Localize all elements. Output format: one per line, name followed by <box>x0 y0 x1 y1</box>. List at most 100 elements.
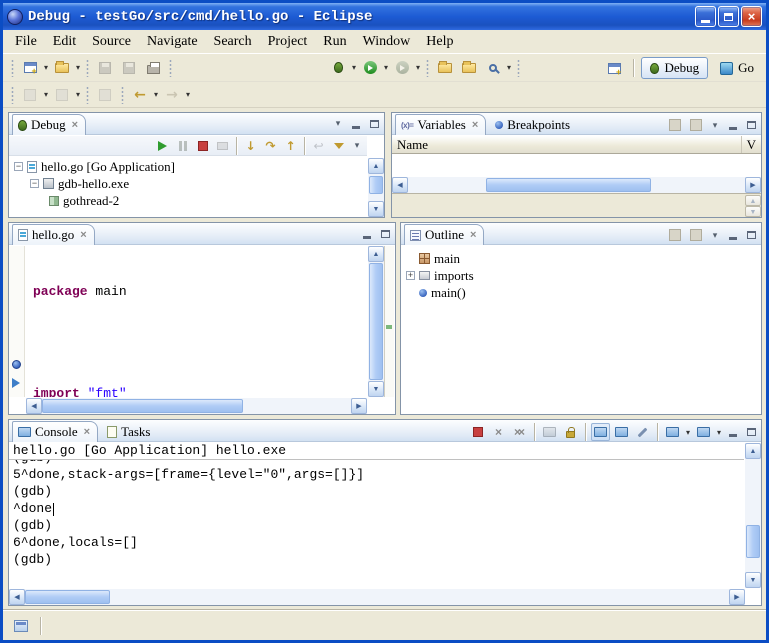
variables-detail-pane[interactable]: ▲ ▼ <box>392 193 761 217</box>
search-button[interactable] <box>481 56 505 80</box>
close-icon[interactable]: × <box>80 229 86 241</box>
scroll-down-button[interactable]: ▼ <box>368 381 384 397</box>
tab-variables[interactable]: (x)= Variables × <box>395 114 486 135</box>
minimize-button[interactable] <box>695 6 716 27</box>
show-stdout-button[interactable] <box>591 423 610 441</box>
fast-view-button[interactable] <box>9 614 33 638</box>
scroll-down-button[interactable]: ▼ <box>745 206 761 217</box>
scroll-down-button[interactable]: ▼ <box>368 201 384 217</box>
code-area[interactable]: package main import "fmt" func main() { … <box>26 246 367 397</box>
close-icon[interactable]: × <box>72 119 78 131</box>
editor-horizontal-scrollbar[interactable]: ◀ ▶ <box>26 398 367 414</box>
display-selected-console-button[interactable] <box>663 423 682 441</box>
maximize-button[interactable] <box>718 6 739 27</box>
scroll-up-button[interactable]: ▲ <box>368 158 384 174</box>
scrollbar-thumb[interactable] <box>486 178 651 192</box>
collapse-all-button[interactable] <box>686 116 705 134</box>
terminate-button[interactable] <box>468 423 487 441</box>
previous-annotation-button[interactable] <box>18 83 42 107</box>
scrollbar-thumb[interactable] <box>369 176 383 194</box>
scroll-left-button[interactable]: ◀ <box>392 177 408 193</box>
chevron-down-icon[interactable]: ▾ <box>505 63 513 72</box>
hide-fields-button[interactable] <box>686 226 705 244</box>
console-horizontal-scrollbar[interactable]: ◀ ▶ <box>9 589 745 605</box>
maximize-view-icon[interactable] <box>377 226 393 241</box>
debug-toolbar-menu-icon[interactable]: ▾ <box>349 138 365 153</box>
toolbar-grip[interactable] <box>86 86 89 104</box>
editor-annotation-ruler[interactable] <box>9 246 25 397</box>
open-perspective-button[interactable]: + <box>602 56 626 80</box>
debug-button[interactable] <box>326 56 350 80</box>
toolbar-grip[interactable] <box>517 59 520 77</box>
scrollbar-thumb[interactable] <box>25 590 110 604</box>
toolbar-grip[interactable] <box>11 86 14 104</box>
column-name[interactable]: Name <box>392 136 741 153</box>
tab-hello-go[interactable]: hello.go × <box>12 224 95 245</box>
chevron-down-icon[interactable]: ▾ <box>74 63 82 72</box>
tree-row-process[interactable]: − gdb-hello.exe <box>9 175 367 192</box>
use-step-filters-button[interactable] <box>329 137 348 155</box>
scroll-down-button[interactable]: ▼ <box>745 572 761 588</box>
step-return-button[interactable]: ↑ <box>281 137 300 155</box>
maximize-view-icon[interactable] <box>743 425 759 440</box>
last-edit-location-button[interactable] <box>93 83 117 107</box>
titlebar[interactable]: Debug - testGo/src/cmd/hello.go - Eclips… <box>3 3 766 30</box>
chevron-down-icon[interactable]: ▾ <box>684 428 692 437</box>
view-menu-icon[interactable]: ▾ <box>707 118 723 133</box>
minimize-view-icon[interactable] <box>725 118 741 133</box>
menu-help[interactable]: Help <box>418 32 461 52</box>
debug-vertical-scrollbar[interactable]: ▲ ▼ <box>368 158 384 217</box>
view-menu-icon[interactable]: ▾ <box>330 116 346 131</box>
tab-tasks[interactable]: Tasks <box>101 421 158 442</box>
toolbar-grip[interactable] <box>11 59 14 77</box>
maximize-view-icon[interactable] <box>743 118 759 133</box>
remove-launch-button[interactable]: × <box>489 423 508 441</box>
editor-vertical-scrollbar[interactable]: ▲ ▼ <box>368 246 384 397</box>
chevron-down-icon[interactable]: ▾ <box>42 63 50 72</box>
minimize-view-icon[interactable] <box>348 116 364 131</box>
console-output[interactable]: (gdb) 5^done,stack-args=[frame={level="0… <box>9 460 744 588</box>
save-button[interactable] <box>93 56 117 80</box>
step-over-button[interactable]: ↷ <box>261 137 280 155</box>
sort-button[interactable] <box>665 226 684 244</box>
menu-edit[interactable]: Edit <box>45 32 84 52</box>
open-resource-button[interactable] <box>433 56 457 80</box>
menu-source[interactable]: Source <box>84 32 139 52</box>
collapse-icon[interactable]: − <box>30 179 39 188</box>
scrollbar-thumb[interactable] <box>369 263 383 380</box>
suspend-button[interactable] <box>173 137 192 155</box>
next-annotation-button[interactable] <box>50 83 74 107</box>
tab-breakpoints[interactable]: Breakpoints <box>489 114 578 135</box>
minimize-view-icon[interactable] <box>725 228 741 243</box>
step-into-button[interactable]: ↓ <box>241 137 260 155</box>
outline-item-package[interactable]: main <box>401 250 761 267</box>
perspective-debug-button[interactable]: Debug <box>641 57 708 79</box>
back-button[interactable]: ← <box>128 83 152 107</box>
run-button[interactable] <box>358 56 382 80</box>
scroll-left-button[interactable]: ◀ <box>9 589 25 605</box>
scrollbar-thumb[interactable] <box>42 399 243 413</box>
show-stderr-button[interactable] <box>612 423 631 441</box>
run-external-tools-button[interactable] <box>390 56 414 80</box>
view-menu-icon[interactable]: ▾ <box>707 228 723 243</box>
drop-to-frame-button[interactable]: ↩ <box>309 137 328 155</box>
close-button[interactable]: × <box>741 6 762 27</box>
expand-icon[interactable]: + <box>406 271 415 280</box>
breakpoint-icon[interactable] <box>12 360 21 369</box>
tree-row-launch[interactable]: − hello.go [Go Application] <box>9 158 367 175</box>
open-console-button[interactable] <box>694 423 713 441</box>
scroll-lock-button[interactable] <box>561 423 580 441</box>
toolbar-grip[interactable] <box>169 59 172 77</box>
remove-all-launches-button[interactable]: ×× <box>510 423 529 441</box>
outline-item-imports[interactable]: + imports <box>401 267 761 284</box>
variables-horizontal-scrollbar[interactable]: ◀ ▶ <box>392 177 761 193</box>
minimize-view-icon[interactable] <box>725 425 741 440</box>
scrollbar-thumb[interactable] <box>746 525 760 559</box>
scroll-up-button[interactable]: ▲ <box>745 195 761 206</box>
close-icon[interactable]: × <box>472 119 478 131</box>
open-project-button[interactable] <box>457 56 481 80</box>
forward-button[interactable]: → <box>160 83 184 107</box>
chevron-down-icon[interactable]: ▾ <box>184 90 192 99</box>
console-vertical-scrollbar[interactable]: ▲ ▼ <box>745 443 761 588</box>
collapse-icon[interactable]: − <box>14 162 23 171</box>
